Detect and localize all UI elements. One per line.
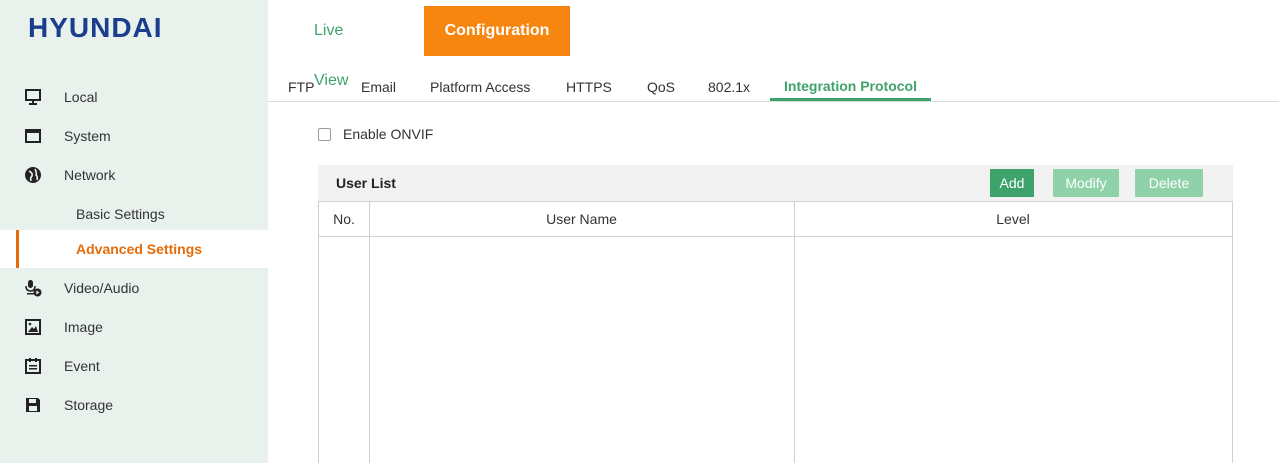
sidebar-item-image[interactable]: Image: [0, 308, 268, 346]
logo: HYUNDAI: [28, 12, 163, 43]
add-button[interactable]: Add: [990, 169, 1034, 197]
delete-button[interactable]: Delete: [1135, 169, 1203, 197]
sidebar-item-label: System: [64, 128, 111, 144]
tab-integration-protocol[interactable]: Integration Protocol: [770, 70, 931, 101]
onvif-row: Enable ONVIF: [318, 124, 433, 144]
window-icon: [24, 127, 42, 145]
column-level: Level: [996, 211, 1030, 227]
sidebar-item-advanced-settings[interactable]: Advanced Settings: [0, 230, 268, 268]
tab-8021x[interactable]: 802.1x: [708, 76, 750, 101]
sidebar-item-system[interactable]: System: [0, 117, 268, 155]
user-list-title: User List: [336, 175, 396, 191]
table-header: No. User Name Level: [319, 202, 1232, 237]
save-icon: [24, 396, 42, 414]
sidebar-item-label: Event: [64, 358, 100, 374]
tab-https[interactable]: HTTPS: [566, 76, 612, 101]
globe-icon: [24, 166, 42, 184]
sidebar-item-network[interactable]: Network: [0, 156, 268, 194]
logo-area: HYUNDAI: [0, 0, 268, 56]
sidebar: Local System Network Basic Settings Adva…: [0, 56, 268, 463]
sidebar-item-label: Local: [64, 89, 98, 105]
sidebar-item-label: Storage: [64, 397, 114, 413]
sidebar-item-event[interactable]: Event: [0, 347, 268, 385]
monitor-icon: [24, 88, 42, 106]
image-icon: [24, 318, 42, 336]
sidebar-item-basic-settings[interactable]: Basic Settings: [0, 195, 268, 233]
sidebar-item-local[interactable]: Local: [0, 78, 268, 116]
sidebar-item-label: Image: [64, 319, 103, 335]
sidebar-item-label: Video/Audio: [64, 280, 140, 296]
tab-email[interactable]: Email: [361, 76, 396, 101]
tab-ftp[interactable]: FTP: [288, 76, 314, 101]
enable-onvif-checkbox[interactable]: [318, 127, 331, 141]
user-table: No. User Name Level: [318, 201, 1233, 463]
sidebar-item-label: Network: [64, 167, 116, 183]
tab-configuration[interactable]: Configuration: [424, 6, 570, 56]
column-no: No.: [333, 211, 355, 227]
tab-platform-access[interactable]: Platform Access: [430, 76, 530, 101]
modify-button[interactable]: Modify: [1053, 169, 1119, 197]
mic-play-icon: [24, 279, 42, 297]
header: HYUNDAI Live View Configuration: [0, 0, 1279, 89]
calendar-icon: [24, 357, 42, 375]
user-list-header: User List Add Modify Delete: [318, 165, 1233, 201]
column-divider: [794, 202, 795, 463]
sidebar-item-storage[interactable]: Storage: [0, 386, 268, 424]
active-indicator: [16, 230, 19, 268]
sidebar-item-label: Advanced Settings: [76, 241, 203, 257]
tab-qos[interactable]: QoS: [647, 76, 675, 101]
column-user-name: User Name: [546, 211, 617, 227]
enable-onvif-label: Enable ONVIF: [343, 126, 434, 142]
subtab-bar: FTP Email Platform Access HTTPS QoS 802.…: [268, 76, 1279, 102]
sidebar-item-label: Basic Settings: [76, 206, 165, 222]
sidebar-item-video-audio[interactable]: Video/Audio: [0, 269, 268, 307]
tab-live-view[interactable]: Live View: [314, 6, 348, 89]
column-divider: [369, 202, 370, 463]
